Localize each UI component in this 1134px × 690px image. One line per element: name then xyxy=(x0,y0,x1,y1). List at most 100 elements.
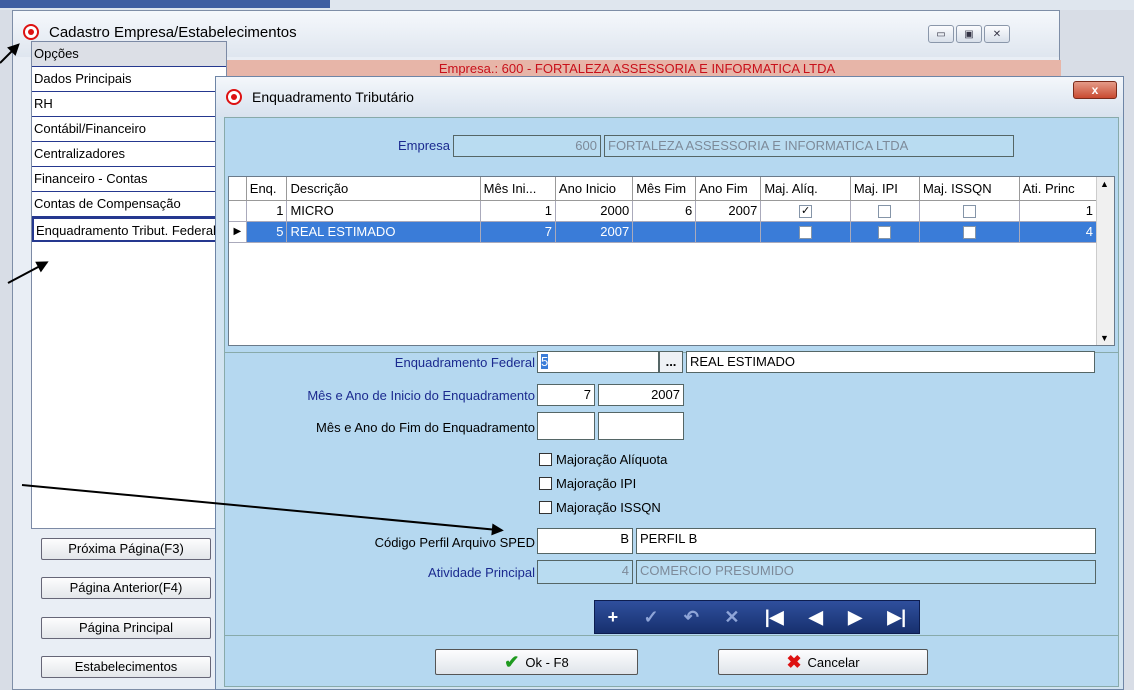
prior-icon[interactable]: ◀ xyxy=(809,607,823,628)
maj-issqn-checkbox[interactable] xyxy=(962,205,976,219)
empresa-name-field: FORTALEZA ASSESSORIA E INFORMATICA LTDA xyxy=(604,135,1014,157)
cell-enq: 1 xyxy=(246,200,288,222)
cell-maj-issqn xyxy=(919,221,1020,243)
delete-icon[interactable]: ✕ xyxy=(724,607,739,628)
dialog-app-icon xyxy=(226,89,242,105)
fim-mes-input[interactable] xyxy=(537,412,595,440)
fim-ano-input[interactable] xyxy=(598,412,684,440)
col-maj-ipi[interactable]: Maj. IPI xyxy=(850,177,920,201)
fim-label: Mês e Ano do Fim do Enquadramento xyxy=(316,420,535,435)
cell-descricao: REAL ESTIMADO xyxy=(286,221,481,243)
cell-ano-inicio: 2007 xyxy=(555,221,634,243)
menu-item-contas-compensacao[interactable]: Contas de Compensação xyxy=(32,192,226,217)
dialog-close-button[interactable]: x xyxy=(1073,81,1117,99)
menu-item-enquadramento[interactable]: Enquadramento Tribut. Federal xyxy=(32,217,226,242)
inicio-mes-input[interactable]: 7 xyxy=(537,384,595,406)
check-icon: ✔ xyxy=(504,651,520,672)
check-icon[interactable]: ✓ xyxy=(644,607,659,628)
menu-item-contabil-financeiro[interactable]: Contábil/Financeiro xyxy=(32,117,226,142)
enquadramento-dialog: Enquadramento Tributário x Empresa 600 F… xyxy=(215,76,1124,690)
estabelecimentos-button[interactable]: Estabelecimentos xyxy=(41,656,211,678)
sped-label: Código Perfil Arquivo SPED xyxy=(374,535,535,550)
col-descricao[interactable]: Descrição xyxy=(286,177,481,201)
menu-item-rh[interactable]: RH xyxy=(32,92,226,117)
menu-item-centralizadores[interactable]: Centralizadores xyxy=(32,142,226,167)
col-ano-inicio[interactable]: Ano Inicio xyxy=(555,177,634,201)
grid-scrollbar[interactable]: ▲ ▼ xyxy=(1096,177,1114,345)
main-page-button[interactable]: Página Principal xyxy=(41,617,211,639)
col-enq[interactable]: Enq. xyxy=(246,177,288,201)
ok-button[interactable]: ✔ Ok - F8 xyxy=(435,649,638,675)
maj-issqn-checkbox[interactable] xyxy=(962,226,976,240)
dialog-titlebar[interactable]: Enquadramento Tributário x xyxy=(216,77,1123,117)
maximize-button[interactable]: ▣ xyxy=(956,25,982,43)
enq-federal-code-value: 5 xyxy=(541,354,549,369)
maj-ipi-checkbox[interactable] xyxy=(878,205,892,219)
majoracao-ipi-label: Majoração IPI xyxy=(556,476,637,491)
maj-ipi-checkbox[interactable] xyxy=(878,226,892,240)
empresa-label: Empresa xyxy=(397,138,450,153)
scroll-down-icon[interactable]: ▼ xyxy=(1100,333,1109,343)
dialog-body: Empresa 600 FORTALEZA ASSESSORIA E INFOR… xyxy=(224,117,1119,687)
record-navigator: + ✓ ↶ ✕ |◀ ◀ ▶ ▶| xyxy=(594,600,920,634)
minimize-button[interactable]: ▭ xyxy=(928,25,954,43)
first-icon[interactable]: |◀ xyxy=(765,607,784,628)
next-page-button[interactable]: Próxima Página(F3) xyxy=(41,538,211,560)
cadastro-title: Cadastro Empresa/Estabelecimentos xyxy=(49,24,297,41)
grid-table: Enq. Descrição Mês Ini... Ano Inicio Mês… xyxy=(229,177,1098,243)
cell-enq: 5 xyxy=(246,221,288,243)
previous-page-button[interactable]: Página Anterior(F4) xyxy=(41,577,211,599)
dialog-title: Enquadramento Tributário xyxy=(252,89,414,105)
col-mes-ini[interactable]: Mês Ini... xyxy=(480,177,556,201)
menu-item-financeiro-contas[interactable]: Financeiro - Contas xyxy=(32,167,226,192)
background-window-edge xyxy=(0,0,330,8)
ellipsis-button[interactable]: ... xyxy=(659,351,683,373)
sped-desc-field[interactable]: PERFIL B xyxy=(636,528,1096,554)
last-icon[interactable]: ▶| xyxy=(887,607,906,628)
majoracao-issqn-label: Majoração ISSQN xyxy=(556,500,661,515)
cell-ano-fim xyxy=(695,221,762,243)
undo-icon[interactable]: ↶ xyxy=(684,607,699,628)
plus-icon[interactable]: + xyxy=(608,607,619,628)
enq-federal-label: Enquadramento Federal xyxy=(394,355,535,370)
col-ano-fim[interactable]: Ano Fim xyxy=(695,177,762,201)
x-icon: ✖ xyxy=(786,651,802,672)
majoracao-issqn-option[interactable]: Majoração ISSQN xyxy=(539,500,661,515)
sped-code-input[interactable]: B xyxy=(537,528,633,554)
cell-mes-fim: 6 xyxy=(632,200,697,222)
majoracao-ipi-option[interactable]: Majoração IPI xyxy=(539,476,636,491)
next-icon[interactable]: ▶ xyxy=(848,607,862,628)
app-icon xyxy=(23,24,39,40)
ativ-desc-field: COMERCIO PRESUMIDO xyxy=(636,560,1096,584)
cell-maj-ipi xyxy=(850,221,920,243)
col-maj-aliq[interactable]: Maj. Alíq. xyxy=(760,177,851,201)
menu-header-opcoes: Opções xyxy=(32,42,226,67)
col-ati-princ[interactable]: Ati. Princ xyxy=(1019,177,1098,201)
close-button[interactable]: ✕ xyxy=(984,25,1010,43)
table-row[interactable]: 1 MICRO 1 2000 6 2007 ✓ 1 xyxy=(229,200,1098,222)
window-controls: ▭ ▣ ✕ xyxy=(928,25,1010,43)
cancel-button[interactable]: ✖ Cancelar xyxy=(718,649,928,675)
cell-maj-aliq xyxy=(760,221,851,243)
options-menu: Opções Dados Principais RH Contábil/Fina… xyxy=(31,41,227,529)
col-maj-issqn[interactable]: Maj. ISSQN xyxy=(919,177,1020,201)
ativ-code-field: 4 xyxy=(537,560,633,584)
maj-aliq-checkbox[interactable]: ✓ xyxy=(799,205,813,219)
col-mes-fim[interactable]: Mês Fim xyxy=(632,177,697,201)
majoracao-ipi-checkbox[interactable] xyxy=(539,477,552,490)
menu-item-dados-principais[interactable]: Dados Principais xyxy=(32,67,226,92)
majoracao-aliquota-checkbox[interactable] xyxy=(539,453,552,466)
enq-federal-desc-field[interactable]: REAL ESTIMADO xyxy=(686,351,1095,373)
enq-federal-code-input[interactable]: 5 xyxy=(537,351,659,373)
enquadramento-grid[interactable]: Enq. Descrição Mês Ini... Ano Inicio Mês… xyxy=(228,176,1115,346)
row-pointer-icon: ▶ xyxy=(229,221,247,243)
majoracao-issqn-checkbox[interactable] xyxy=(539,501,552,514)
inicio-ano-input[interactable]: 2007 xyxy=(598,384,684,406)
majoracao-aliquota-option[interactable]: Majoração Alíquota xyxy=(539,452,667,467)
grid-indicator-header xyxy=(229,177,247,201)
maj-aliq-checkbox[interactable] xyxy=(799,226,813,240)
empresa-code-field: 600 xyxy=(453,135,601,157)
table-row-selected[interactable]: ▶ 5 REAL ESTIMADO 7 2007 4 xyxy=(229,221,1098,243)
scroll-up-icon[interactable]: ▲ xyxy=(1100,179,1109,189)
cell-ati-princ: 1 xyxy=(1019,200,1098,222)
